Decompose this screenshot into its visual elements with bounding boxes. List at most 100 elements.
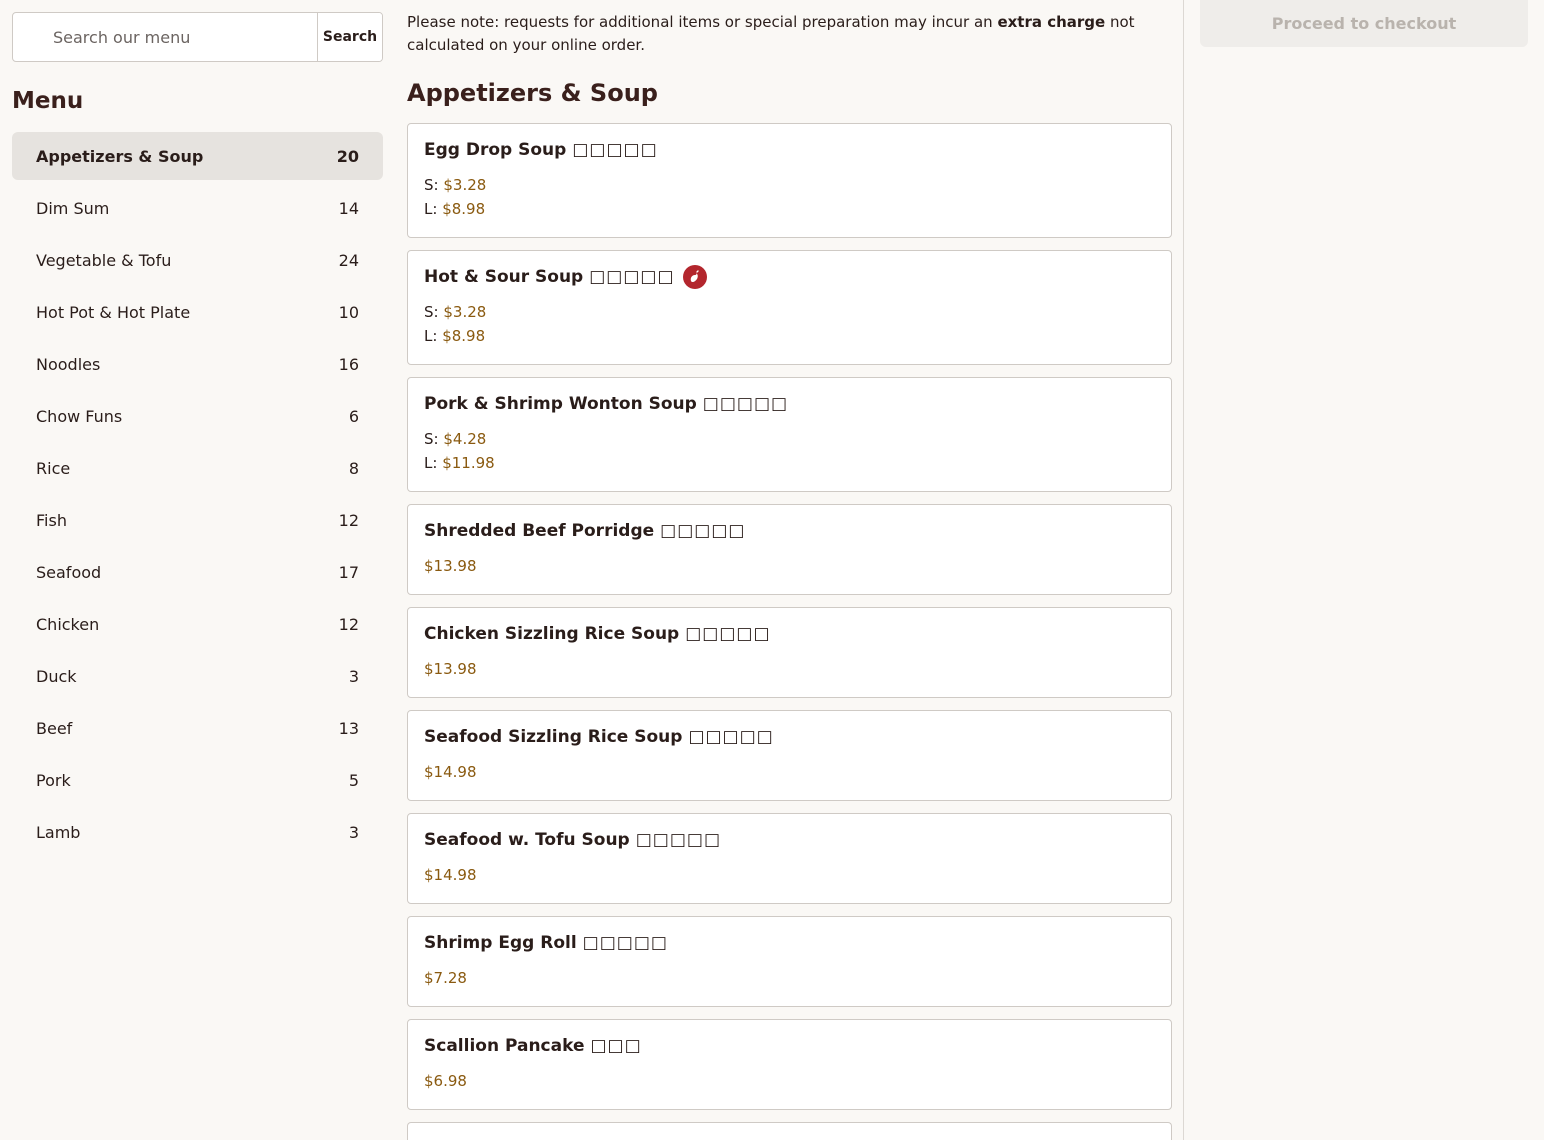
category-label: Noodles xyxy=(36,354,101,374)
category-label: Pork xyxy=(36,770,71,790)
section-title: Appetizers & Soup xyxy=(407,79,658,107)
menu-item-scallion-pancake[interactable]: Scallion Pancake □□□ $6.98 xyxy=(407,1019,1172,1110)
item-prices: $6.98 xyxy=(424,1069,1155,1093)
price-row: S: $4.28 xyxy=(424,427,1155,451)
category-count: 16 xyxy=(338,354,359,374)
page: Search Menu Appetizers & Soup 20 Dim Sum 1… xyxy=(0,0,1544,1140)
item-prices: $7.28 xyxy=(424,966,1155,990)
menu-item-list: Egg Drop Soup □□□□□ S: $3.28 L: $8.98 Hot… xyxy=(407,123,1172,1140)
item-chinese-name: □□□□□ xyxy=(685,624,771,644)
price-row: L: $11.98 xyxy=(424,451,1155,475)
category-count: 24 xyxy=(338,250,359,270)
price-value: $6.98 xyxy=(424,1072,467,1090)
category-list: Appetizers & Soup 20 Dim Sum 14 Vegetable … xyxy=(12,132,383,856)
item-name: Chicken Sizzling Rice Soup □□□□□ xyxy=(424,623,1155,645)
item-name-text: Seafood w. Tofu Soup xyxy=(424,830,630,850)
menu-item-chicken-sizzling-rice-soup[interactable]: Chicken Sizzling Rice Soup □□□□□ $13.98 xyxy=(407,607,1172,698)
price-row: L: $8.98 xyxy=(424,197,1155,221)
category-item-chicken[interactable]: Chicken 12 xyxy=(12,600,383,648)
price-value: $7.28 xyxy=(424,969,467,987)
category-label: Vegetable & Tofu xyxy=(36,250,172,270)
item-prices: $14.98 xyxy=(424,863,1155,887)
category-item-beef[interactable]: Beef 13 xyxy=(12,704,383,752)
category-item-lamb[interactable]: Lamb 3 xyxy=(12,808,383,856)
category-item-chow-funs[interactable]: Chow Funs 6 xyxy=(12,392,383,440)
category-count: 3 xyxy=(348,822,359,842)
sidebar: Search Menu Appetizers & Soup 20 Dim Sum 1… xyxy=(12,12,383,860)
notice-text: Please note: requests for additional ite… xyxy=(407,13,998,31)
item-name: Egg Drop Soup □□□□□ xyxy=(424,139,1155,161)
item-name: Hot & Sour Soup □□□□□ xyxy=(424,265,1155,289)
price-value: $14.98 xyxy=(424,763,477,781)
menu-item-hot-sour-soup[interactable]: Hot & Sour Soup □□□□□ S: $3.28 L: $8.98 xyxy=(407,250,1172,365)
category-item-duck[interactable]: Duck 3 xyxy=(12,652,383,700)
item-prices: S: $3.28 L: $8.98 xyxy=(424,300,1155,348)
category-item-appetizers-soup[interactable]: Appetizers & Soup 20 xyxy=(12,132,383,180)
category-label: Chicken xyxy=(36,614,100,634)
price-row: L: $8.98 xyxy=(424,324,1155,348)
notice-emphasis: extra charge xyxy=(997,13,1106,31)
category-count: 5 xyxy=(348,770,359,790)
price-value: $11.98 xyxy=(442,454,495,472)
category-label: Hot Pot & Hot Plate xyxy=(36,302,191,322)
category-item-dim-sum[interactable]: Dim Sum 14 xyxy=(12,184,383,232)
size-label: S: xyxy=(424,430,439,448)
category-item-noodles[interactable]: Noodles 16 xyxy=(12,340,383,388)
item-name: Seafood w. Tofu Soup □□□□□ xyxy=(424,829,1155,851)
category-item-rice[interactable]: Rice 8 xyxy=(12,444,383,492)
category-count: 3 xyxy=(348,666,359,686)
category-item-seafood[interactable]: Seafood 17 xyxy=(12,548,383,596)
category-count: 20 xyxy=(336,146,359,166)
chili-pepper-icon xyxy=(682,265,707,289)
category-label: Rice xyxy=(36,458,71,478)
menu-item-pork-shrimp-wonton-soup[interactable]: Pork & Shrimp Wonton Soup □□□□□ S: $4.28 … xyxy=(407,377,1172,492)
menu-item-shrimp-egg-roll[interactable]: Shrimp Egg Roll □□□□□ $7.28 xyxy=(407,916,1172,1007)
price-value: $3.28 xyxy=(443,303,487,321)
item-prices: S: $4.28 L: $11.98 xyxy=(424,427,1155,475)
category-label: Dim Sum xyxy=(36,198,110,218)
category-item-fish[interactable]: Fish 12 xyxy=(12,496,383,544)
category-count: 13 xyxy=(338,718,359,738)
item-chinese-name: □□□□□ xyxy=(635,830,722,850)
category-label: Beef xyxy=(36,718,73,738)
extra-charge-notice: Please note: requests for additional ite… xyxy=(407,11,1172,57)
search-box: Search xyxy=(12,12,383,62)
menu-item-next-partial[interactable] xyxy=(407,1122,1172,1140)
menu-item-seafood-sizzling-rice-soup[interactable]: Seafood Sizzling Rice Soup □□□□□ $14.98 xyxy=(407,710,1172,801)
search-button[interactable]: Search xyxy=(317,13,382,61)
size-label: S: xyxy=(424,303,439,321)
item-name: Seafood Sizzling Rice Soup □□□□□ xyxy=(424,726,1155,748)
category-item-pork[interactable]: Pork 5 xyxy=(12,756,383,804)
category-count: 14 xyxy=(338,198,359,218)
category-label: Duck xyxy=(36,666,77,686)
category-count: 8 xyxy=(348,458,359,478)
category-label: Fish xyxy=(36,510,67,530)
menu-item-shredded-beef-porridge[interactable]: Shredded Beef Porridge □□□□□ $13.98 xyxy=(407,504,1172,595)
price-value: $13.98 xyxy=(424,660,477,678)
price-value: $14.98 xyxy=(424,866,477,884)
checkout-button[interactable]: Proceed to checkout xyxy=(1200,0,1528,47)
category-item-hot-pot-hot-plate[interactable]: Hot Pot & Hot Plate 10 xyxy=(12,288,383,336)
menu-item-seafood-tofu-soup[interactable]: Seafood w. Tofu Soup □□□□□ $14.98 xyxy=(407,813,1172,904)
item-prices: S: $3.28 L: $8.98 xyxy=(424,173,1155,221)
category-count: 10 xyxy=(338,302,359,322)
category-count: 12 xyxy=(338,510,359,530)
category-count: 17 xyxy=(338,562,359,582)
item-name-text: Seafood Sizzling Rice Soup xyxy=(424,727,683,747)
category-label: Appetizers & Soup xyxy=(36,146,204,166)
size-label: S: xyxy=(424,176,439,194)
item-prices: $13.98 xyxy=(424,657,1155,681)
category-label: Seafood xyxy=(36,562,102,582)
size-label: L: xyxy=(424,200,438,218)
price-row: S: $3.28 xyxy=(424,300,1155,324)
item-chinese-name: □□□□□ xyxy=(702,394,789,414)
item-name: Shredded Beef Porridge □□□□□ xyxy=(424,520,1155,542)
search-input[interactable] xyxy=(13,13,317,61)
item-prices: $14.98 xyxy=(424,760,1155,784)
item-name: Pork & Shrimp Wonton Soup □□□□□ xyxy=(424,393,1155,415)
item-chinese-name: □□□□□ xyxy=(660,521,746,541)
category-item-vegetable-tofu[interactable]: Vegetable & Tofu 24 xyxy=(12,236,383,284)
menu-content: Please note: requests for additional ite… xyxy=(407,0,1172,1140)
item-prices: $13.98 xyxy=(424,554,1155,578)
menu-item-egg-drop-soup[interactable]: Egg Drop Soup □□□□□ S: $3.28 L: $8.98 xyxy=(407,123,1172,238)
